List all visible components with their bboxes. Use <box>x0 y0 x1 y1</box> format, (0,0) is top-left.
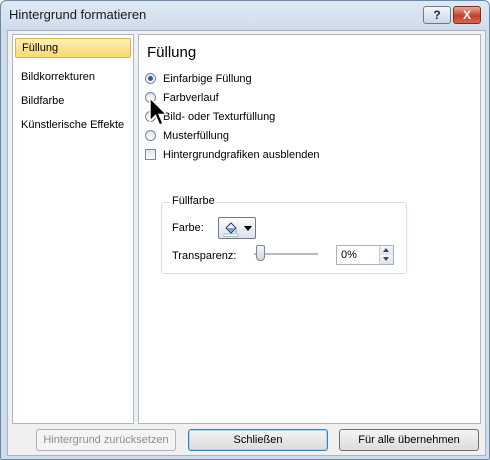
dialog-window: Hintergrund formatieren ? X Füllung Bild… <box>0 0 490 460</box>
reset-background-button[interactable]: Hintergrund zurücksetzen <box>36 429 176 451</box>
radio-label: Bild- oder Texturfüllung <box>163 111 276 123</box>
close-icon[interactable]: X <box>453 6 481 24</box>
nav-item-bildfarbe[interactable]: Bildfarbe <box>15 91 131 111</box>
checkbox-label: Hintergrundgrafiken ausblenden <box>163 149 320 161</box>
chevron-down-icon <box>244 226 252 231</box>
fill-panel: Füllung Einfarbige Füllung Farbverlauf B… <box>138 34 481 424</box>
radio-label: Musterfüllung <box>163 130 230 142</box>
checkbox-box[interactable] <box>145 149 156 160</box>
nav-item-kuenstlerische-effekte[interactable]: Künstlerische Effekte <box>15 115 131 135</box>
spin-down-icon[interactable] <box>380 255 393 264</box>
radio-unchecked[interactable] <box>145 130 156 141</box>
radio-label: Einfarbige Füllung <box>163 73 252 85</box>
spinner-buttons <box>379 246 393 264</box>
radio-checked[interactable] <box>145 73 156 84</box>
transparency-spinner[interactable]: 0% <box>336 245 394 265</box>
nav-item-bildkorrekturen[interactable]: Bildkorrekturen <box>15 67 131 87</box>
fill-color-group: Füllfarbe Farbe: Transparenz: 0% <box>161 195 407 274</box>
transparency-slider-thumb[interactable] <box>256 245 265 261</box>
window-title: Hintergrund formatieren <box>9 7 147 22</box>
help-button[interactable]: ? <box>423 6 451 24</box>
mouse-pointer-icon <box>149 97 169 126</box>
category-list: Füllung Bildkorrekturen Bildfarbe Künstl… <box>12 34 134 424</box>
transparency-value[interactable]: 0% <box>341 249 357 261</box>
paint-bucket-icon <box>223 222 239 237</box>
transparency-label: Transparenz: <box>172 250 237 262</box>
group-title: Füllfarbe <box>170 195 217 207</box>
apply-to-all-button[interactable]: Für alle übernehmen <box>339 429 479 451</box>
dialog-body: Füllung Bildkorrekturen Bildfarbe Künstl… <box>7 30 486 456</box>
title-bar[interactable]: Hintergrund formatieren ? X <box>1 1 489 29</box>
nav-item-fuellung[interactable]: Füllung <box>15 38 131 58</box>
panel-title: Füllung <box>147 44 197 61</box>
color-label: Farbe: <box>172 222 204 234</box>
close-button[interactable]: Schließen <box>188 429 328 451</box>
fill-color-dropdown[interactable] <box>218 217 256 239</box>
